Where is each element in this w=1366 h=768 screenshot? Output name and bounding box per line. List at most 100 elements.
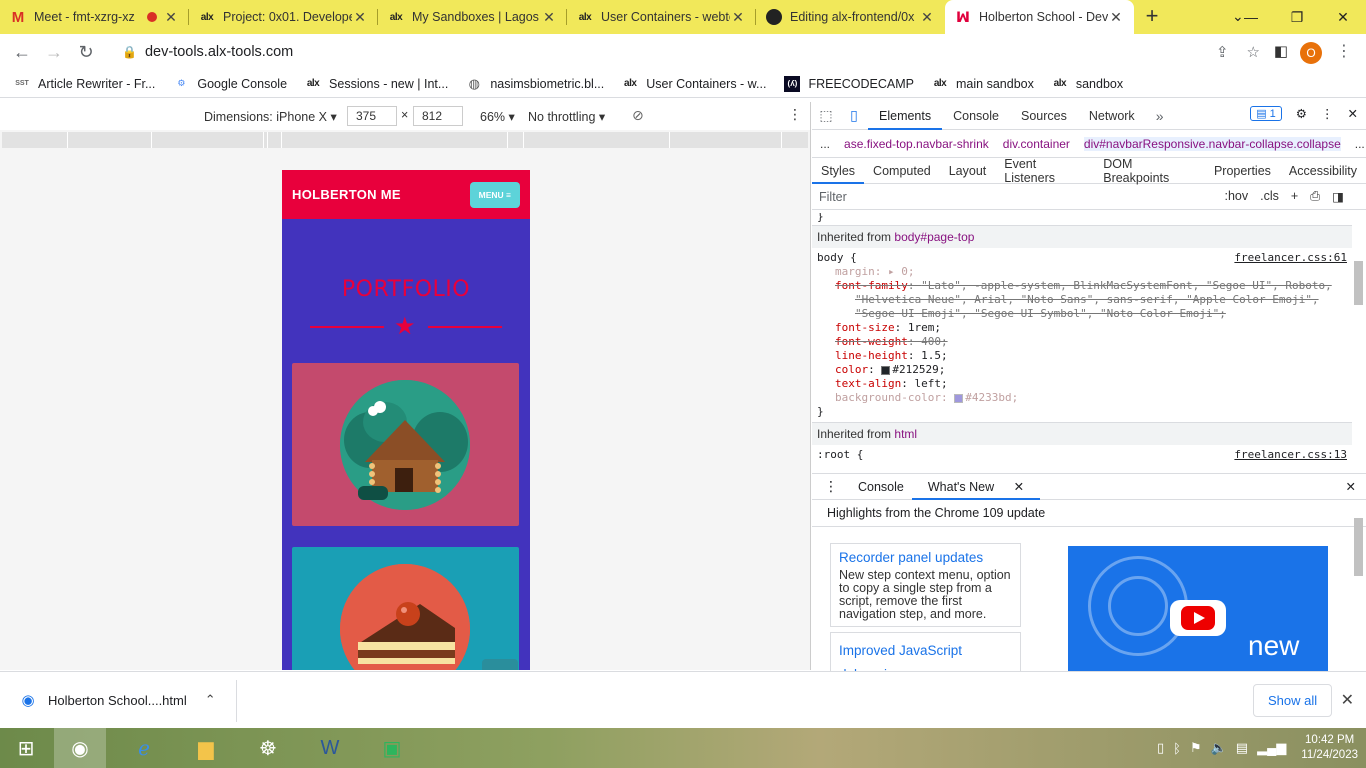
menu-button[interactable]: MENU ≡ [469,181,520,208]
flag-icon[interactable]: ⚑ [1190,740,1202,756]
drawer-scrollbar[interactable] [1352,518,1364,668]
rotate-icon[interactable]: ⊘ [632,107,644,124]
settings-gear-icon[interactable]: ⚙ [1296,106,1307,121]
tab-console[interactable]: Console [942,102,1010,130]
color-swatch[interactable] [881,365,891,375]
youtube-play-icon[interactable] [1170,600,1226,636]
address-bar[interactable]: 🔒 dev-tools.alx-tools.com ⇪ ☆ [110,37,1260,67]
subtab-properties[interactable]: Properties [1205,164,1280,178]
breadcrumb-container[interactable]: div.container [1003,137,1070,151]
device-more-icon[interactable]: ⋮ [788,106,802,123]
media-query-ruler[interactable] [2,132,808,148]
rule-source-link[interactable]: freelancer.css:61 [1234,251,1347,265]
app-emblem-icon[interactable]: ☸ [242,728,294,768]
internet-explorer-icon[interactable]: ℯ [118,728,170,768]
tab-sandboxes[interactable]: alx My Sandboxes | Lagos ✕ [378,0,567,34]
close-tab-icon[interactable]: ✕ [919,9,935,26]
prop-font-size[interactable]: font-size: 1rem; [817,321,1347,335]
word-icon[interactable]: W [304,728,356,768]
browser-menu-icon[interactable]: ⋮ [1336,41,1352,61]
toggle-sidebar-icon[interactable]: ◨ [1332,189,1344,204]
tab-elements[interactable]: Elements [868,102,943,130]
drawer-tab-console[interactable]: Console [850,480,912,494]
emulated-phone-screen[interactable]: HOLBERTON ME MENU ≡ PORTFOLIO ★ [282,170,530,670]
device-width-input[interactable]: 375 [347,106,397,126]
chrome-taskbar-icon[interactable]: ◉ [54,728,106,768]
store-icon[interactable]: ▣ [366,728,418,768]
bookmark-star-icon[interactable]: ☆ [1247,43,1260,61]
prop-text-align[interactable]: text-align: left; [817,377,1347,391]
portfolio-item-cake[interactable] [292,547,519,670]
subtab-styles[interactable]: Styles [812,158,865,184]
prop-margin[interactable]: margin: ▸ 0; [817,265,1347,279]
bookmark-article-rewriter[interactable]: SST Article Rewriter - Fr... [14,76,155,92]
rule-source-link[interactable]: freelancer.css:13 [1234,448,1347,462]
prop-font-weight[interactable]: font-weight: 400; [817,335,1347,349]
restore-icon[interactable]: ❐ [1274,0,1320,34]
inspect-element-icon[interactable]: ⬚ [812,107,840,124]
download-item[interactable]: ◉ Holberton School....html ⌃ [20,692,216,709]
close-window-icon[interactable]: ✕ [1320,0,1366,34]
close-devtools-icon[interactable]: ✕ [1348,106,1358,121]
subtab-layout[interactable]: Layout [940,164,996,178]
hover-state-button[interactable]: :hov [1224,189,1248,204]
url-text[interactable]: dev-tools.alx-tools.com [145,44,293,60]
breadcrumb-ellipsis-end[interactable]: ... [1355,137,1365,151]
close-tab-icon[interactable]: ✕ [1108,9,1124,26]
close-tab-icon[interactable]: ✕ [352,9,368,26]
side-panel-icon[interactable]: ◧ [1274,42,1288,60]
close-tab-icon[interactable]: ✕ [541,9,557,26]
file-explorer-icon[interactable]: ▆ [180,728,232,768]
prop-background-color[interactable]: background-color: #4233bd; [817,391,1347,405]
breadcrumb-ellipsis[interactable]: ... [820,137,830,151]
start-windows-icon[interactable]: ⊞ [0,728,52,768]
color-swatch[interactable] [954,393,964,403]
tab-github[interactable]: Editing alx-frontend/0x ✕ [756,0,945,34]
issues-badge[interactable]: ▤ 1 [1250,106,1282,121]
bookmark-sessions[interactable]: alx Sessions - new | Int... [305,76,448,92]
tab-project[interactable]: alx Project: 0x01. Develope ✕ [189,0,378,34]
device-toggle-icon[interactable]: ▯ [840,107,868,124]
tab-holberton[interactable]: ꟽ Holberton School - Dev ✕ [945,0,1134,34]
card-title[interactable]: Recorder panel updates [839,550,1012,565]
close-drawer-icon[interactable]: ✕ [1338,479,1366,494]
battery-icon[interactable]: ▯ [1157,740,1164,756]
close-tab-icon[interactable]: ✕ [163,9,179,26]
wifi-signal-icon[interactable]: ▂▄▆ [1257,740,1286,756]
whats-new-video-thumbnail[interactable]: new [1068,546,1328,674]
subtab-accessibility[interactable]: Accessibility [1280,164,1366,178]
breadcrumb-nav[interactable]: ase.fixed-top.navbar-shrink [844,137,989,151]
forward-icon[interactable]: → [38,42,70,63]
close-tab-icon[interactable]: ✕ [730,9,746,26]
back-icon[interactable]: ← [6,42,38,63]
subtab-computed[interactable]: Computed [864,164,940,178]
close-tab-icon[interactable]: ✕ [1006,480,1032,494]
scrollbar-thumb[interactable] [1354,261,1363,305]
site-brand[interactable]: HOLBERTON ME [292,187,401,202]
styles-filter-input[interactable]: Filter :hov .cls + ⎙ ◨ [812,184,1366,210]
device-height-input[interactable]: 812 [413,106,463,126]
bookmark-freecodecamp[interactable]: (ʎ) FREECODECAMP [784,75,914,92]
portfolio-item-cabin[interactable] [292,363,519,526]
bookmark-sandbox[interactable]: alx sandbox [1052,76,1123,92]
bookmark-user-containers[interactable]: alx User Containers - w... [622,76,766,92]
device-dimensions-select[interactable]: Dimensions: iPhone X ▾ [204,109,337,124]
prop-color[interactable]: color: #212529; [817,363,1347,377]
minimize-icon[interactable]: — [1228,0,1274,34]
whats-new-card-debugging[interactable]: Improved JavaScript debugging [830,632,1021,682]
chevron-up-icon[interactable]: ⌃ [205,692,216,708]
prop-line-height[interactable]: line-height: 1.5; [817,349,1347,363]
zoom-select[interactable]: 66% ▾ [480,109,515,124]
devtools-menu-icon[interactable]: ⋮ [1321,106,1334,121]
class-toggle-button[interactable]: .cls [1260,189,1279,204]
volume-icon[interactable]: 🔈 [1211,740,1227,756]
subtab-dom-breakpoints[interactable]: DOM Breakpoints [1094,157,1205,185]
new-rule-button[interactable]: + [1291,189,1298,204]
bluetooth-icon[interactable]: ᛒ [1173,741,1181,756]
lock-icon[interactable]: 🔒 [122,45,137,59]
drawer-tab-whats-new[interactable]: What's New ✕ [911,474,1041,500]
subtab-event-listeners[interactable]: Event Listeners [995,157,1094,185]
tab-sources[interactable]: Sources [1010,102,1078,130]
reload-icon[interactable]: ↻ [70,42,102,63]
inherited-selector[interactable]: html [894,427,917,441]
